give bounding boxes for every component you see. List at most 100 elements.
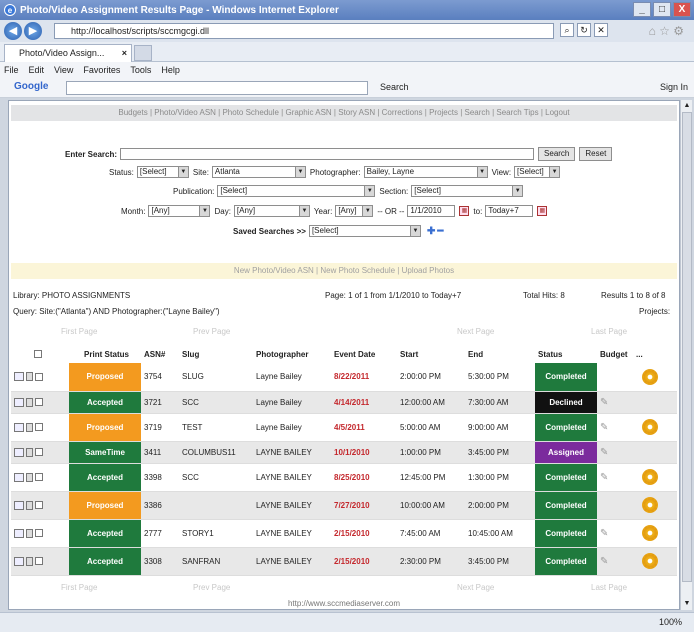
next-page-link[interactable]: Next Page [457, 327, 494, 336]
gear-icon[interactable] [642, 419, 658, 435]
minimize-button[interactable]: _ [633, 2, 651, 17]
pencil-icon[interactable]: ✎ [600, 556, 608, 567]
remove-saved-search-icon[interactable]: ━ [437, 226, 443, 237]
asn-cell[interactable]: 2777 [141, 519, 179, 548]
search-input[interactable] [120, 148, 535, 160]
row-checkbox[interactable] [35, 529, 43, 537]
asn-cell[interactable]: 3721 [141, 391, 179, 414]
trash-icon[interactable] [26, 528, 33, 538]
pencil-icon[interactable]: ✎ [600, 472, 608, 483]
last-page-link[interactable]: Last Page [591, 327, 627, 336]
row-checkbox[interactable] [35, 398, 43, 406]
col-photographer[interactable]: Photographer [253, 345, 331, 363]
vertical-scrollbar[interactable]: ▲ ▼ [680, 100, 692, 610]
trash-icon[interactable] [26, 556, 33, 566]
col-budget[interactable]: Budget [597, 345, 633, 363]
day-select[interactable]: [Any] ▼ [233, 205, 310, 217]
search-button[interactable]: Search [538, 147, 576, 161]
edit-icon[interactable] [14, 422, 24, 432]
footer-url[interactable]: http://www.sccmediaserver.com [11, 599, 677, 608]
pencil-icon[interactable]: ✎ [600, 447, 608, 458]
pencil-icon[interactable]: ✎ [600, 422, 608, 433]
back-button[interactable]: ◀ [4, 22, 22, 40]
pencil-icon[interactable]: ✎ [600, 397, 608, 408]
menu-favorites[interactable]: Favorites [83, 65, 120, 75]
col-asn[interactable]: ASN# [141, 345, 179, 363]
edit-icon[interactable] [14, 500, 24, 510]
reset-button[interactable]: Reset [579, 147, 613, 161]
row-checkbox[interactable] [35, 423, 43, 431]
saved-searches-select[interactable]: [Select] ▼ [308, 225, 421, 237]
asn-cell[interactable]: 3308 [141, 547, 179, 576]
action-links[interactable]: New Photo/Video ASN | New Photo Schedule… [11, 263, 677, 279]
table-row[interactable]: SameTime 3411 COLUMBUS11 LAYNE BAILEY 10… [11, 441, 677, 464]
last-page-link-bottom[interactable]: Last Page [591, 583, 627, 592]
edit-icon[interactable] [14, 397, 24, 407]
tab-close-icon[interactable]: × [122, 45, 127, 61]
google-search-input[interactable] [66, 81, 368, 95]
tab-photo-video[interactable]: Photo/Video Assign... × [4, 44, 132, 62]
year-select[interactable]: [Any] ▼ [335, 205, 374, 217]
pencil-icon[interactable]: ✎ [600, 528, 608, 539]
view-select[interactable]: [Select] ▼ [514, 166, 561, 178]
trash-icon[interactable] [26, 422, 33, 432]
photographer-select[interactable]: Bailey, Layne ▼ [363, 166, 488, 178]
gear-icon[interactable] [642, 368, 658, 385]
col-slug[interactable]: Slug [179, 345, 253, 363]
new-tab-button[interactable] [134, 45, 152, 61]
table-row[interactable]: Accepted 3308 SANFRAN LAYNE BAILEY 2/15/… [11, 547, 677, 576]
col-event-date[interactable]: Event Date [331, 345, 397, 363]
menu-edit[interactable]: Edit [29, 65, 45, 75]
asn-cell[interactable]: 3719 [141, 413, 179, 442]
prev-page-link[interactable]: Prev Page [193, 327, 230, 336]
edit-icon[interactable] [14, 372, 24, 382]
row-checkbox[interactable] [35, 557, 43, 565]
from-date-input[interactable]: 1/1/2010 [407, 205, 456, 217]
close-button[interactable]: X [673, 2, 691, 17]
trash-icon[interactable] [26, 472, 33, 482]
search-dropdown-icon[interactable]: ⌕ [560, 23, 574, 37]
month-select[interactable]: [Any] ▼ [148, 205, 211, 217]
edit-icon[interactable] [14, 472, 24, 482]
stop-icon[interactable]: ✕ [594, 23, 608, 37]
table-row[interactable]: Proposed 3754 SLUG Layne Bailey 8/22/201… [11, 363, 677, 392]
gear-icon[interactable] [642, 525, 658, 541]
col-start[interactable]: Start [397, 345, 465, 363]
row-checkbox[interactable] [35, 448, 43, 456]
first-page-link[interactable]: First Page [61, 327, 97, 336]
asn-cell[interactable]: 3411 [141, 441, 179, 464]
select-all-checkbox[interactable] [34, 350, 42, 358]
next-page-link-bottom[interactable]: Next Page [457, 583, 494, 592]
col-status[interactable]: Status [535, 345, 597, 363]
add-saved-search-icon[interactable]: ✚ [427, 226, 435, 237]
asn-cell[interactable]: 3398 [141, 463, 179, 492]
publication-select[interactable]: [Select] ▼ [217, 185, 376, 197]
asn-cell[interactable]: 3754 [141, 363, 179, 392]
col-end[interactable]: End [465, 345, 535, 363]
top-nav-links[interactable]: Budgets | Photo/Video ASN | Photo Schedu… [11, 105, 677, 121]
url-field[interactable]: http://localhost/scripts/sccmgcgi.dll [54, 23, 554, 39]
table-row[interactable]: Accepted 3398 SCC LAYNE BAILEY 8/25/2010… [11, 463, 677, 492]
trash-icon[interactable] [26, 500, 33, 510]
gear-icon[interactable] [642, 469, 658, 485]
col-print-status[interactable]: Print Status [69, 345, 141, 363]
scroll-up-icon[interactable]: ▲ [682, 101, 692, 111]
table-row[interactable]: Proposed 3719 TEST Layne Bailey 4/5/2011… [11, 413, 677, 442]
table-row[interactable]: Proposed 3386 LAYNE BAILEY 7/27/2010 10:… [11, 491, 677, 520]
menu-help[interactable]: Help [161, 65, 180, 75]
sign-in-link[interactable]: Sign In [660, 82, 688, 92]
scroll-down-icon[interactable]: ▼ [682, 599, 692, 609]
edit-icon[interactable] [14, 528, 24, 538]
trash-icon[interactable] [26, 447, 33, 457]
trash-icon[interactable] [26, 372, 33, 382]
trash-icon[interactable] [26, 397, 33, 407]
gear-icon[interactable] [642, 497, 658, 513]
edit-icon[interactable] [14, 447, 24, 457]
calendar-icon[interactable]: ▦ [537, 206, 548, 216]
google-search-button[interactable]: Search [380, 82, 409, 92]
col-more[interactable]: ... [633, 345, 677, 363]
home-icon[interactable]: ⌂ ☆ ⚙ [649, 24, 684, 38]
site-select[interactable]: Atlanta ▼ [211, 166, 306, 178]
table-row[interactable]: Accepted 3721 SCC Layne Bailey 4/14/2011… [11, 391, 677, 414]
row-checkbox[interactable] [35, 372, 43, 381]
